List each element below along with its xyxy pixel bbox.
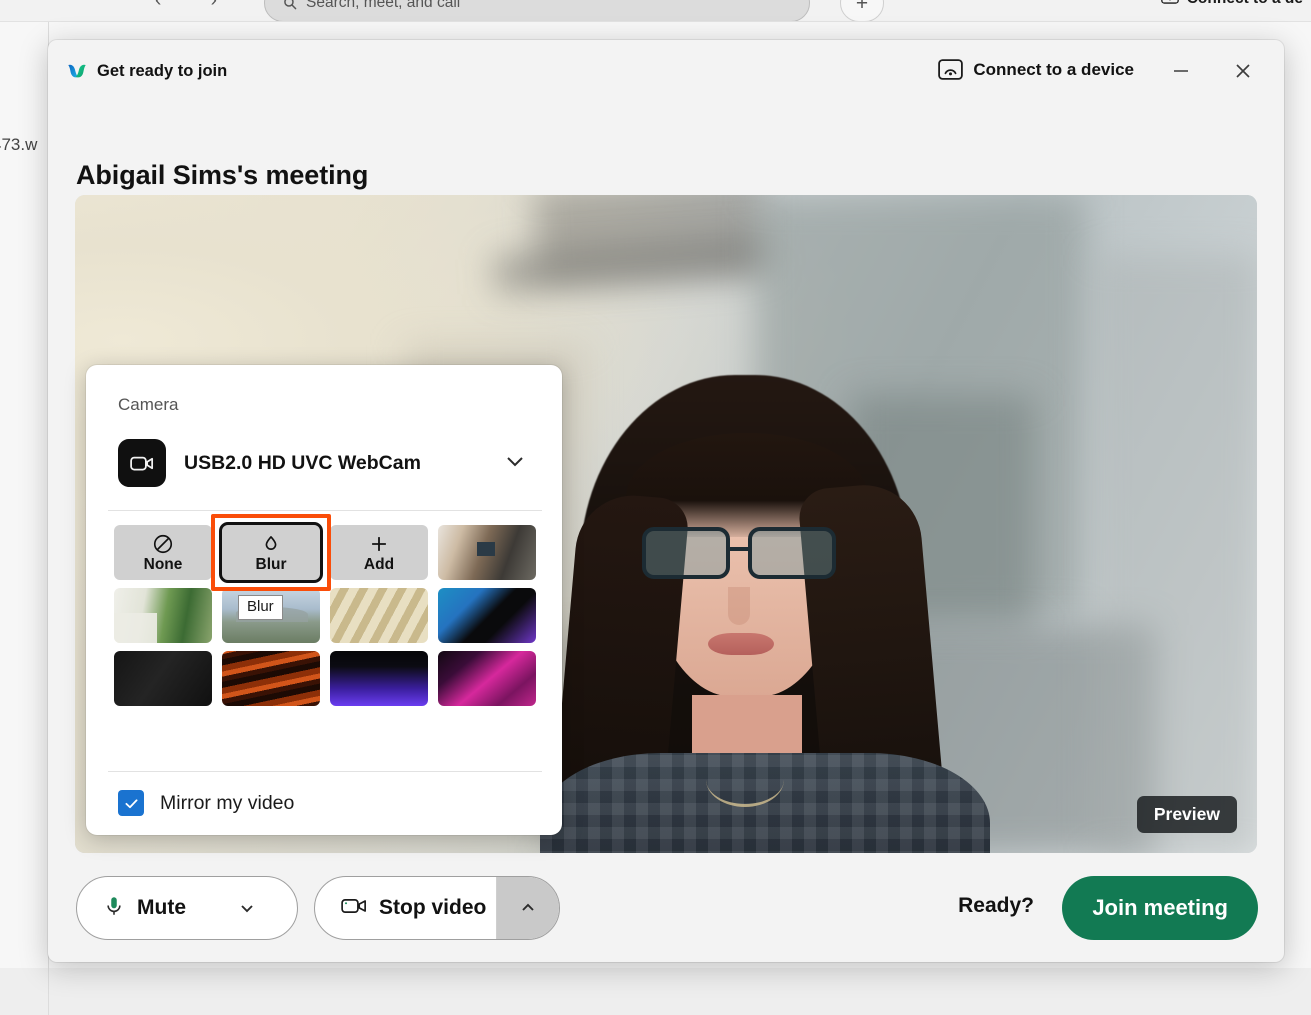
person-glasses-left xyxy=(642,527,730,579)
video-person xyxy=(530,375,1000,853)
camera-icon xyxy=(341,896,367,921)
no-effect-icon xyxy=(152,532,174,556)
search-icon xyxy=(283,0,297,10)
background-thumbnail-dark[interactable] xyxy=(114,651,212,706)
mute-label: Mute xyxy=(137,896,186,919)
effect-blur-wrapper: Blur Blur xyxy=(211,514,331,620)
background-toolbar: ‹ › Search, meet, and call + Connect to … xyxy=(0,0,1311,22)
meeting-title: Abigail Sims's meeting xyxy=(76,160,369,190)
connect-to-device-button[interactable]: Connect to a device xyxy=(938,59,1134,80)
camera-device-selector[interactable]: USB2.0 HD UVC WebCam xyxy=(108,433,540,493)
background-connect-label: Connect to a de xyxy=(1187,0,1303,8)
background-url-fragment: 473.w xyxy=(0,135,38,154)
person-glasses-right xyxy=(748,527,836,579)
camera-settings-popover: Camera USB2.0 HD UVC WebCam None Blur Bl… xyxy=(86,365,562,835)
background-effects-grid: None Blur Blur Add xyxy=(114,514,540,706)
meeting-controls-bar: Mute Stop video Ready? Join meeting xyxy=(48,854,1284,962)
mirror-my-video-row[interactable]: Mirror my video xyxy=(118,790,294,816)
background-thumbnail-abstract[interactable] xyxy=(438,588,536,643)
background-thumbnail-purple[interactable] xyxy=(330,651,428,706)
camera-device-name: USB2.0 HD UVC WebCam xyxy=(184,451,421,474)
mute-main-segment[interactable]: Mute xyxy=(77,877,196,939)
ready-label: Ready? xyxy=(958,894,1034,917)
stop-video-button[interactable]: Stop video xyxy=(314,876,560,940)
popover-divider-bottom xyxy=(108,771,542,772)
dialog-title: Get ready to join xyxy=(97,61,228,80)
blur-tooltip: Blur xyxy=(238,595,283,620)
person-glasses-bridge xyxy=(730,547,748,551)
close-icon[interactable] xyxy=(1226,54,1260,88)
camera-icon xyxy=(118,439,166,487)
background-thumbnail-pink[interactable] xyxy=(438,651,536,706)
mute-button[interactable]: Mute xyxy=(76,876,298,940)
background-bottom-strip xyxy=(0,968,1311,1015)
background-thumbnail-blinds[interactable] xyxy=(330,588,428,643)
plus-icon xyxy=(368,532,390,556)
blur-droplet-icon xyxy=(260,532,282,556)
cast-device-icon xyxy=(1160,0,1179,9)
checkmark-icon xyxy=(125,798,137,808)
webex-logo-icon xyxy=(66,60,88,82)
stop-video-main-segment[interactable]: Stop video xyxy=(315,877,496,939)
person-nose xyxy=(728,587,750,625)
minimize-icon[interactable] xyxy=(1164,54,1198,88)
effect-add-button[interactable]: Add xyxy=(330,525,428,580)
camera-section-label: Camera xyxy=(118,395,179,414)
microphone-icon xyxy=(103,894,125,923)
effect-blur-button[interactable]: Blur xyxy=(222,525,320,580)
mute-chevron-down-icon[interactable] xyxy=(196,877,297,939)
background-thumbnail-office[interactable] xyxy=(438,525,536,580)
effect-none-button[interactable]: None xyxy=(114,525,212,580)
join-meeting-button[interactable]: Join meeting xyxy=(1062,876,1258,940)
background-thumbnail-living[interactable] xyxy=(114,588,212,643)
stop-video-label: Stop video xyxy=(379,896,487,919)
person-lips xyxy=(708,633,774,655)
chevron-down-icon[interactable] xyxy=(502,448,528,479)
mirror-my-video-label: Mirror my video xyxy=(160,791,295,814)
cast-device-icon xyxy=(938,59,964,80)
video-blur-shape xyxy=(1095,255,1257,853)
connect-to-device-label: Connect to a device xyxy=(973,59,1134,79)
effect-add-label: Add xyxy=(363,556,395,573)
stop-video-chevron-up-icon[interactable] xyxy=(497,877,559,939)
background-search-placeholder: Search, meet, and call xyxy=(306,0,461,11)
mirror-my-video-checkbox[interactable] xyxy=(118,790,144,816)
background-nav-arrows[interactable]: ‹ › xyxy=(155,0,239,12)
background-search-bar[interactable]: Search, meet, and call xyxy=(264,0,810,21)
get-ready-to-join-dialog: Get ready to join Connect to a device Ab… xyxy=(48,40,1284,962)
dialog-titlebar: Get ready to join Connect to a device xyxy=(48,40,1284,106)
background-new-button[interactable]: + xyxy=(840,0,884,21)
dialog-title-group: Get ready to join xyxy=(66,60,227,82)
background-thumbnail-lava[interactable] xyxy=(222,651,320,706)
effect-blur-label: Blur xyxy=(255,556,287,573)
effect-none-label: None xyxy=(143,556,183,573)
preview-badge: Preview xyxy=(1136,796,1237,833)
background-connect-to-device[interactable]: Connect to a de xyxy=(1160,0,1303,9)
popover-divider-top xyxy=(108,510,542,511)
